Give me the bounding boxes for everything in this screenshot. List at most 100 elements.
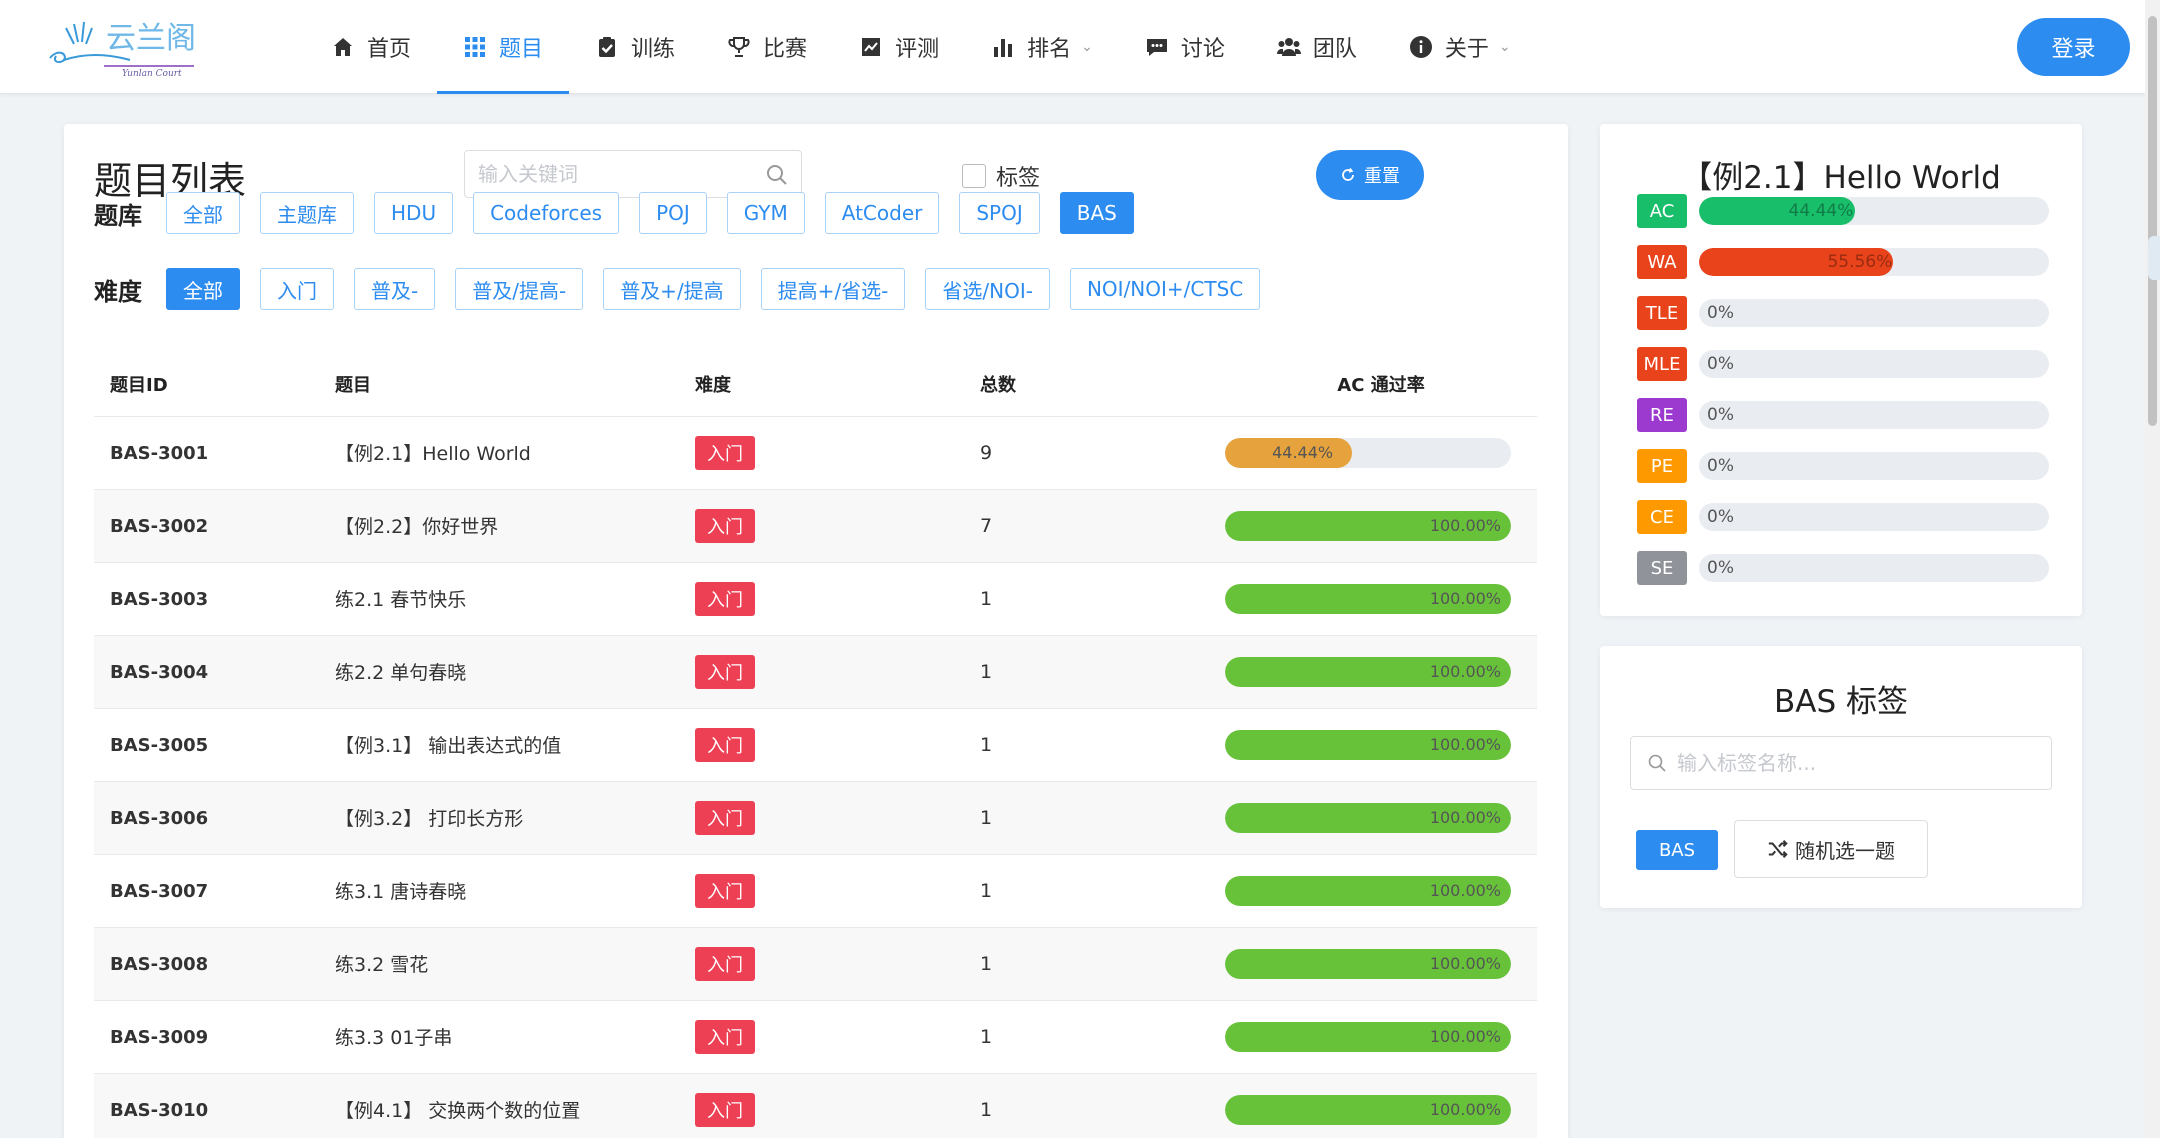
table-row[interactable]: BAS-3001 【例2.1】Hello World 入门 9 44.44%: [94, 416, 1537, 490]
difficulty-chip-popular-plus[interactable]: 普及+/提高: [603, 268, 741, 310]
table-row[interactable]: BAS-3008 练3.2 雪花 入门 1 100.00%: [94, 927, 1537, 1001]
problem-title[interactable]: 练3.3 01子串: [335, 1027, 452, 1049]
problem-title[interactable]: 练3.2 雪花: [335, 954, 428, 976]
problem-id[interactable]: BAS-3007: [110, 881, 208, 902]
status-badge: SE: [1637, 551, 1687, 585]
nav-judge[interactable]: 评测: [833, 0, 965, 94]
table-row[interactable]: BAS-3006 【例3.2】 打印长方形 入门 1 100.00%: [94, 781, 1537, 855]
nav-training-label: 训练: [631, 37, 676, 62]
difficulty-chip-all[interactable]: 全部: [166, 268, 240, 310]
login-button[interactable]: 登录: [2017, 18, 2130, 76]
scrollbar-thumb[interactable]: [2148, 16, 2157, 426]
bank-chip-codeforces[interactable]: Codeforces: [473, 192, 620, 234]
problem-id[interactable]: BAS-3003: [110, 589, 208, 610]
clipboard-check-icon: [595, 35, 619, 59]
status-percent: 0%: [1707, 456, 1734, 476]
stats-problem-title[interactable]: 【例2.1】Hello World: [1600, 152, 2082, 197]
status-percent: 0%: [1707, 303, 1734, 323]
nav-problems[interactable]: 题目: [437, 0, 570, 94]
difficulty-chip-noi[interactable]: NOI/NOI+/CTSC: [1069, 268, 1261, 310]
tag-search[interactable]: [1630, 736, 2052, 790]
col-header-title[interactable]: 题目: [319, 352, 679, 417]
ac-rate-bar: 100.00%: [1225, 510, 1511, 541]
status-percent: 0%: [1707, 558, 1734, 578]
problem-id[interactable]: BAS-3006: [110, 808, 208, 829]
side-float-handle[interactable]: [2148, 236, 2160, 280]
table-row[interactable]: BAS-3004 练2.2 单句春晓 入门 1 100.00%: [94, 635, 1537, 709]
problem-id[interactable]: BAS-3009: [110, 1027, 208, 1048]
bank-chip-all[interactable]: 全部: [166, 192, 240, 234]
submission-total: 1: [980, 1098, 993, 1121]
problem-id[interactable]: BAS-3008: [110, 954, 208, 975]
bank-filter: 题库 全部 主题库 HDU Codeforces POJ GYM AtCoder…: [94, 192, 1154, 234]
tag-checkbox[interactable]: [962, 164, 986, 188]
table-row[interactable]: BAS-3009 练3.3 01子串 入门 1 100.00%: [94, 1000, 1537, 1074]
ac-rate-bar: 100.00%: [1225, 1021, 1511, 1052]
nav-contest[interactable]: 比赛: [701, 0, 833, 94]
page-scrollbar[interactable]: [2145, 0, 2160, 1138]
submission-total: 1: [980, 879, 993, 902]
table-row[interactable]: BAS-3003 练2.1 春节快乐 入门 1 100.00%: [94, 562, 1537, 636]
tag-bas[interactable]: BAS: [1636, 830, 1718, 870]
nav-about[interactable]: 关于 ⌄: [1383, 0, 1537, 94]
problem-title[interactable]: 练2.1 春节快乐: [335, 589, 466, 611]
bank-chip-atcoder[interactable]: AtCoder: [824, 192, 940, 234]
table-row[interactable]: BAS-3005 【例3.1】 输出表达式的值 入门 1 100.00%: [94, 708, 1537, 782]
status-percent: 55.56%: [1827, 252, 1893, 272]
col-header-id[interactable]: 题目ID: [94, 352, 319, 417]
difficulty-chip-popular-advanced[interactable]: 普及/提高-: [455, 268, 584, 310]
problem-title[interactable]: 【例2.1】Hello World: [335, 443, 531, 465]
keyword-search[interactable]: [464, 150, 802, 198]
bank-chip-bas[interactable]: BAS: [1059, 192, 1134, 234]
problem-title[interactable]: 【例2.2】你好世界: [335, 516, 498, 538]
bank-chip-hdu[interactable]: HDU: [374, 192, 454, 234]
problem-id[interactable]: BAS-3005: [110, 735, 208, 756]
keyword-search-input[interactable]: [478, 162, 758, 186]
col-header-ac-rate[interactable]: AC 通过率: [1209, 352, 1537, 417]
nav-team[interactable]: 团队: [1251, 0, 1383, 94]
nav-discussion[interactable]: 讨论: [1119, 0, 1251, 94]
ac-rate-text: 100.00%: [1429, 953, 1501, 973]
nav-training[interactable]: 训练: [569, 0, 701, 94]
comment-icon: [1145, 35, 1169, 59]
table-row[interactable]: BAS-3010 【例4.1】 交换两个数的位置 入门 1 100.00%: [94, 1073, 1537, 1138]
tag-search-input[interactable]: [1677, 751, 2037, 775]
bank-chip-gym[interactable]: GYM: [726, 192, 805, 234]
search-icon[interactable]: [765, 163, 789, 187]
col-header-total[interactable]: 总数: [964, 352, 1209, 417]
status-bar: 0%: [1699, 554, 2049, 582]
problem-title[interactable]: 练2.2 单句春晓: [335, 662, 466, 684]
difficulty-chip-provincial[interactable]: 省选/NOI-: [925, 268, 1050, 310]
reset-button[interactable]: 重置: [1316, 150, 1424, 200]
problem-title[interactable]: 练3.1 唐诗春晓: [335, 881, 466, 903]
bank-chip-main[interactable]: 主题库: [260, 192, 354, 234]
difficulty-chip-intro[interactable]: 入门: [260, 268, 334, 310]
problem-title[interactable]: 【例3.2】 打印长方形: [335, 808, 523, 830]
problem-id[interactable]: BAS-3001: [110, 443, 208, 464]
bank-chip-spoj[interactable]: SPOJ: [959, 192, 1040, 234]
difficulty-chip-advanced-plus[interactable]: 提高+/省选-: [760, 268, 906, 310]
nav-home[interactable]: 首页: [305, 0, 437, 94]
status-badge: TLE: [1637, 296, 1687, 330]
status-bar: 0%: [1699, 350, 2049, 378]
problem-id[interactable]: BAS-3002: [110, 516, 208, 537]
submission-total: 1: [980, 806, 993, 829]
problem-list-card: 题目列表 标签 重置 题库 全部 主题库 HDU Codeforces POJ …: [64, 124, 1568, 1138]
problem-title[interactable]: 【例3.1】 输出表达式的值: [335, 735, 561, 757]
stat-row: SE 0%: [1637, 551, 2049, 585]
bank-chip-poj[interactable]: POJ: [639, 192, 707, 234]
difficulty-tag: 入门: [695, 727, 755, 762]
tag-toggle[interactable]: 标签: [962, 160, 1040, 192]
problem-id[interactable]: BAS-3004: [110, 662, 208, 683]
nav-rank[interactable]: 排名 ⌄: [965, 0, 1119, 94]
table-row[interactable]: BAS-3007 练3.1 唐诗春晓 入门 1 100.00%: [94, 854, 1537, 928]
col-header-difficulty[interactable]: 难度: [679, 352, 964, 417]
problem-id[interactable]: BAS-3010: [110, 1100, 208, 1121]
random-problem-button[interactable]: 随机选一题: [1734, 820, 1928, 878]
ac-rate-text: 100.00%: [1429, 661, 1501, 681]
table-row[interactable]: BAS-3002 【例2.2】你好世界 入门 7 100.00%: [94, 489, 1537, 563]
difficulty-chip-popular-minus[interactable]: 普及-: [354, 268, 436, 310]
site-logo[interactable]: 云兰阁 Yunlan Court: [44, 14, 239, 80]
problem-title[interactable]: 【例4.1】 交换两个数的位置: [335, 1100, 580, 1122]
shuffle-icon: [1768, 840, 1788, 858]
